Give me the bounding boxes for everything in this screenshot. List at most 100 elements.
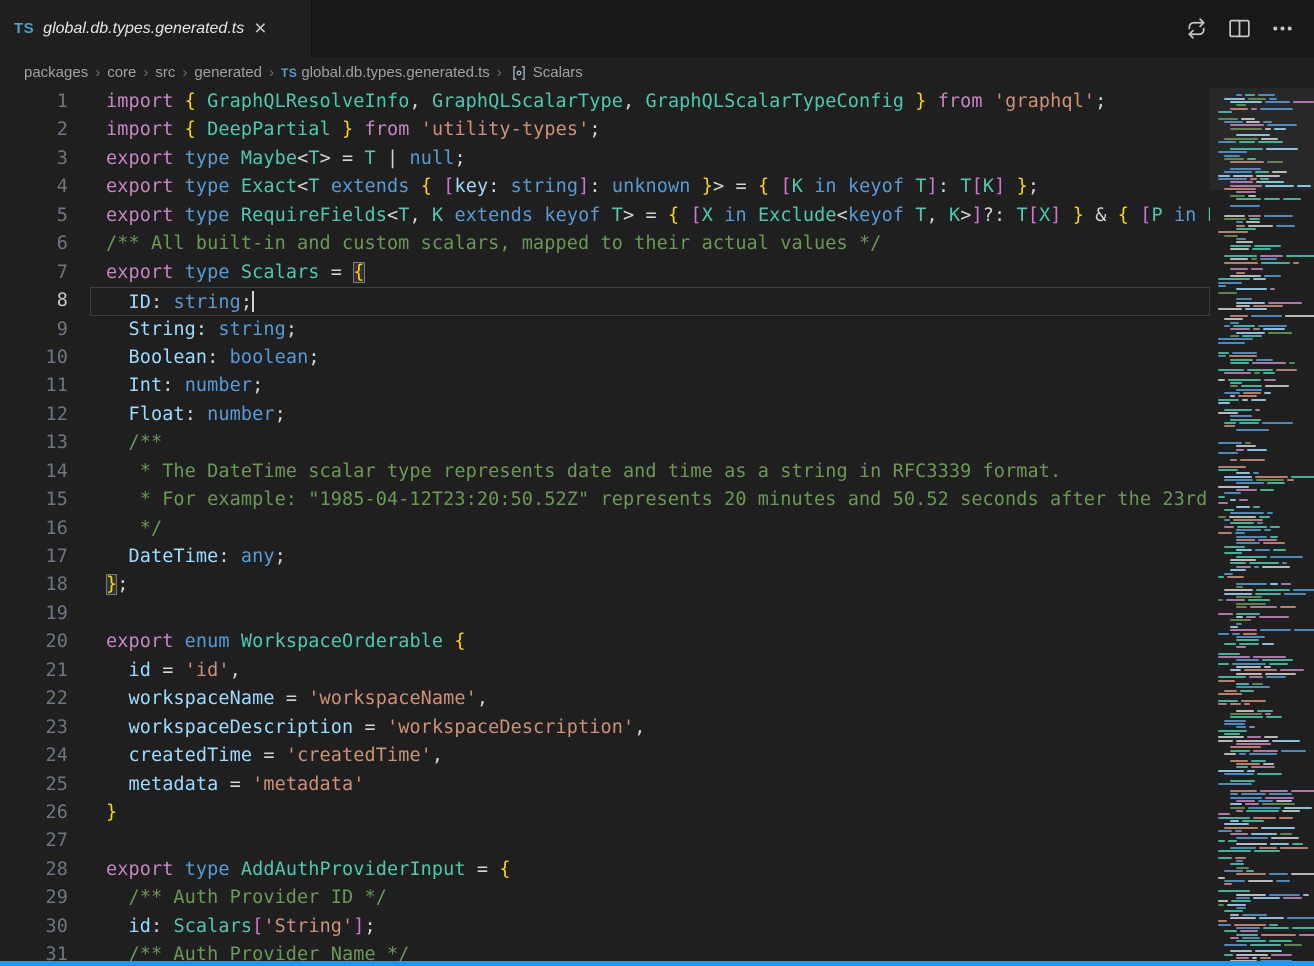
code-line[interactable]: }; — [90, 571, 1210, 599]
code-line[interactable]: Boolean: boolean; — [90, 344, 1210, 372]
code-line[interactable]: ID: string; — [90, 287, 1210, 315]
code-line[interactable]: export type AddAuthProviderInput = { — [90, 856, 1210, 884]
code-line[interactable]: String: string; — [90, 316, 1210, 344]
minimap-token — [1253, 278, 1266, 280]
minimap-token — [1256, 175, 1280, 177]
open-changes-icon[interactable] — [1181, 13, 1212, 44]
editor-tab[interactable]: TS global.db.types.generated.ts × — [0, 0, 312, 57]
minimap-token — [1224, 476, 1252, 478]
code-token: T — [365, 148, 376, 169]
breadcrumb-item-generated[interactable]: generated — [192, 64, 264, 81]
code-line[interactable]: /** All built-in and custom scalars, map… — [90, 230, 1210, 258]
code-line[interactable] — [90, 600, 1210, 628]
code-line[interactable]: Float: number; — [90, 401, 1210, 429]
code-line[interactable]: export type Scalars = { — [90, 259, 1210, 287]
code-line[interactable]: import { DeepPartial } from 'utility-typ… — [90, 116, 1210, 144]
minimap-token — [1236, 659, 1259, 661]
code-token: DateTime — [128, 546, 218, 567]
minimap-line — [1218, 626, 1310, 628]
line-number: 16 — [0, 515, 90, 543]
minimap-line — [1218, 559, 1310, 561]
minimap-token — [1218, 175, 1230, 177]
breadcrumb-item-core[interactable]: core — [105, 64, 138, 81]
code-token: string — [218, 319, 285, 340]
code-token: Int — [128, 375, 162, 396]
code-line[interactable]: createdTime = 'createdTime', — [90, 742, 1210, 770]
code-line[interactable]: export type Maybe<T> = T | null; — [90, 145, 1210, 173]
breadcrumb-item-packages[interactable]: packages — [22, 64, 90, 81]
editor-title-actions — [1181, 0, 1314, 57]
minimap-token — [1255, 171, 1269, 173]
breadcrumb-item-symbol[interactable]: Scalars — [531, 64, 585, 81]
minimap-token — [1236, 191, 1256, 193]
minimap-token — [1236, 606, 1247, 608]
minimap-token — [1218, 469, 1238, 471]
code-line[interactable]: } — [90, 799, 1210, 827]
minimap-token — [1218, 355, 1226, 357]
minimap-token — [1246, 221, 1260, 223]
code-line[interactable]: workspaceDescription = 'workspaceDescrip… — [90, 714, 1210, 742]
minimap-token — [1236, 429, 1269, 431]
minimap-token — [1218, 532, 1232, 534]
breadcrumb-item-filename[interactable]: global.db.types.generated.ts — [299, 64, 491, 81]
code-line[interactable]: metadata = 'metadata' — [90, 771, 1210, 799]
code-token: 'id' — [185, 660, 230, 681]
code-line[interactable]: export type Exact<T extends { [key: stri… — [90, 173, 1210, 201]
minimap-token — [1230, 746, 1261, 748]
minimap[interactable] — [1210, 88, 1314, 966]
code-line[interactable] — [90, 827, 1210, 855]
code-line[interactable]: /** — [90, 429, 1210, 457]
minimap-token — [1236, 536, 1267, 538]
minimap-token — [1224, 98, 1245, 100]
minimap-line — [1218, 215, 1310, 217]
code-token: T — [398, 205, 409, 226]
code-token: ; — [308, 347, 319, 368]
minimap-token — [1218, 486, 1249, 488]
code-token: keyof — [848, 205, 915, 226]
minimap-line — [1218, 797, 1310, 799]
minimap-line — [1218, 322, 1310, 324]
code-token: * For example: "1985-04-12T23:20:50.52Z"… — [106, 489, 1210, 510]
code-area[interactable]: import { GraphQLResolveInfo, GraphQLScal… — [90, 88, 1210, 966]
minimap-content — [1218, 91, 1310, 966]
minimap-token — [1287, 917, 1314, 919]
minimap-line — [1218, 810, 1310, 812]
more-actions-icon[interactable] — [1267, 13, 1298, 44]
code-line[interactable]: * The DateTime scalar type represents da… — [90, 458, 1210, 486]
code-line[interactable]: Int: number; — [90, 372, 1210, 400]
code-line[interactable]: export enum WorkspaceOrderable { — [90, 628, 1210, 656]
code-line[interactable]: import { GraphQLResolveInfo, GraphQLScal… — [90, 88, 1210, 116]
code-line[interactable]: DateTime: any; — [90, 543, 1210, 571]
line-number: 24 — [0, 742, 90, 770]
code-line[interactable]: export type RequireFields<T, K extends k… — [90, 202, 1210, 230]
minimap-token — [1268, 302, 1302, 304]
minimap-line — [1218, 930, 1310, 932]
minimap-token — [1218, 924, 1231, 926]
minimap-token — [1236, 603, 1266, 605]
minimap-token — [1236, 743, 1271, 745]
code-line[interactable]: * For example: "1985-04-12T23:20:50.52Z"… — [90, 486, 1210, 514]
code-line[interactable]: */ — [90, 515, 1210, 543]
typescript-file-icon: TS — [281, 66, 297, 80]
code-line[interactable]: id = 'id', — [90, 657, 1210, 685]
code-token: keyof — [848, 176, 915, 197]
breadcrumb-item-src[interactable]: src — [153, 64, 177, 81]
minimap-token — [1234, 924, 1266, 926]
minimap-token — [1218, 118, 1238, 120]
code-token: [ — [252, 916, 263, 937]
minimap-line — [1218, 445, 1310, 447]
split-editor-icon[interactable] — [1224, 13, 1255, 44]
minimap-token — [1239, 141, 1255, 143]
minimap-line — [1218, 853, 1310, 855]
code-line[interactable]: id: Scalars['String']; — [90, 913, 1210, 941]
minimap-line — [1218, 462, 1310, 464]
code-token: ; — [1095, 91, 1106, 112]
minimap-token — [1261, 934, 1296, 936]
tab-close-icon[interactable]: × — [254, 18, 266, 39]
code-line[interactable]: /** Auth Provider ID */ — [90, 884, 1210, 912]
minimap-token — [1240, 459, 1265, 461]
minimap-line — [1218, 616, 1310, 618]
minimap-token — [1236, 613, 1260, 615]
code-line[interactable]: workspaceName = 'workspaceName', — [90, 685, 1210, 713]
minimap-token — [1230, 385, 1238, 387]
